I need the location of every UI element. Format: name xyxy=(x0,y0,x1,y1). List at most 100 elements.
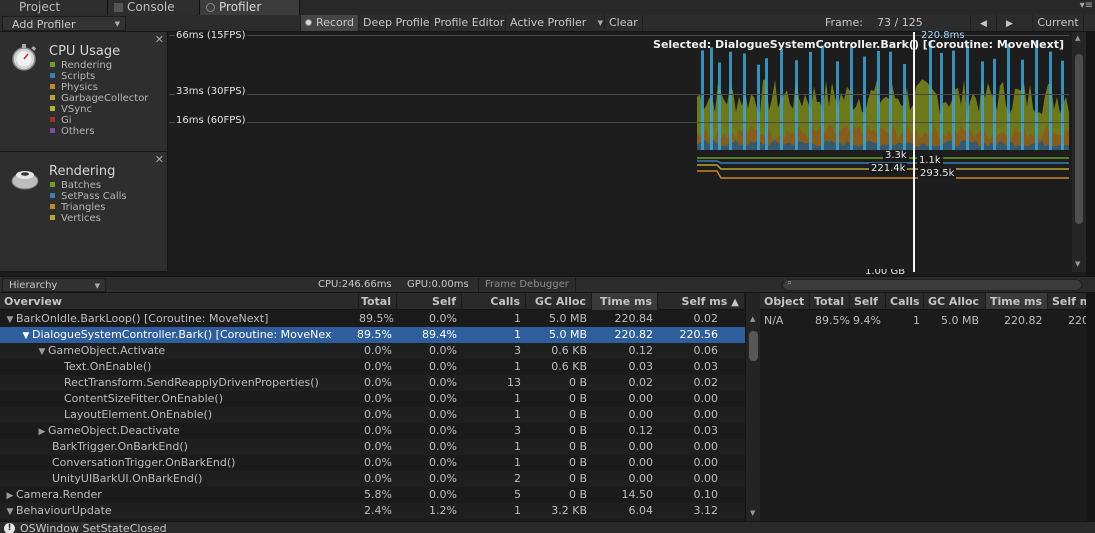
legend-vertices[interactable]: Vertices xyxy=(50,213,127,224)
dropdown-arrow-icon: ▼ xyxy=(94,282,100,290)
charts-scrollbar[interactable]: ▲ ▼ xyxy=(1072,32,1086,272)
rendering-area[interactable]: Rendering ✕ Batches SetPass Calls Triang… xyxy=(0,150,1072,274)
legend-garbage-collector[interactable]: GarbageCollector xyxy=(50,93,148,104)
frame-label: Frame: xyxy=(825,16,863,29)
expand-arrow-icon[interactable]: ▼ xyxy=(20,328,32,343)
table-row[interactable]: ContentSizeFitter.OnEnable() 0.0% 0.0% 1… xyxy=(0,391,745,407)
selected-frame-value: 220.8ms xyxy=(921,30,965,41)
cpu-usage-legend[interactable]: CPU Usage ✕ Rendering Scripts Physics Ga… xyxy=(0,32,168,152)
folder-icon xyxy=(6,3,15,12)
legend-setpass-calls[interactable]: SetPass Calls xyxy=(50,191,127,202)
legend-gi[interactable]: Gi xyxy=(50,115,148,126)
detail-column-self-ms[interactable]: Self ms xyxy=(1048,293,1086,309)
close-icon[interactable]: ✕ xyxy=(155,33,164,46)
hierarchy-scrollbar[interactable]: ▲ ▼ xyxy=(745,293,760,521)
expand-arrow-icon[interactable]: ▼ xyxy=(36,344,48,359)
cpu-usage-graph[interactable]: 66ms (15FPS) 33ms (30FPS) 16ms (60FPS) S… xyxy=(169,30,1072,152)
record-button[interactable]: Record xyxy=(300,15,359,31)
rendering-legend[interactable]: Rendering ✕ Batches SetPass Calls Triang… xyxy=(0,152,168,272)
search-icon: ⌕ xyxy=(787,278,793,288)
tab-console[interactable]: Console xyxy=(108,0,200,15)
legend-others[interactable]: Others xyxy=(50,126,148,137)
profile-editor-button[interactable]: Profile Editor xyxy=(429,15,508,31)
column-overview[interactable]: Overview xyxy=(0,293,359,310)
legend-swatch xyxy=(50,193,55,198)
legend-vsync[interactable]: VSync xyxy=(50,104,148,115)
legend-swatch xyxy=(50,215,55,220)
tab-menu-icon[interactable]: ▾≡ xyxy=(1080,0,1093,11)
detail-column-gc-alloc[interactable]: GC Alloc xyxy=(924,293,986,309)
charts-scroll-thumb[interactable] xyxy=(1075,54,1083,224)
table-row[interactable]: ▼ BarkOnIdle.BarkLoop() [Coroutine: MoveN… xyxy=(0,311,745,327)
frame-debugger-button[interactable]: Frame Debugger xyxy=(478,278,576,292)
expand-arrow-icon[interactable]: ▼ xyxy=(4,312,16,327)
tab-profiler[interactable]: Profiler xyxy=(200,0,300,15)
table-row[interactable]: ▶ GameObject.Deactivate 0.0% 0.0% 3 0 B 0… xyxy=(0,423,745,439)
table-row[interactable]: Text.OnEnable() 0.0% 0.0% 1 0.6 KB 0.03 … xyxy=(0,359,745,375)
column-calls[interactable]: Calls xyxy=(462,293,526,310)
status-bar[interactable]: ! OSWindow SetStateClosed xyxy=(0,521,1095,533)
close-icon[interactable]: ✕ xyxy=(155,153,164,166)
table-row[interactable]: ▶ Camera.Render 5.8% 0.0% 5 0 B 14.50 0.1… xyxy=(0,487,745,503)
table-row[interactable]: ConversationTrigger.OnBarkEnd() 0.0% 0.0… xyxy=(0,455,745,471)
legend-swatch xyxy=(50,204,55,209)
teapot-icon xyxy=(11,171,39,190)
rendering-graph[interactable]: 3.3k 1.1k 221.4k 293.5k 1.00 GB xyxy=(169,150,1072,274)
column-self[interactable]: Self xyxy=(397,293,462,310)
column-self-ms[interactable]: Self ms ▲ xyxy=(658,293,745,310)
legend-swatch xyxy=(50,84,55,89)
column-gc-alloc[interactable]: GC Alloc xyxy=(526,293,592,310)
clear-button[interactable]: Clear xyxy=(604,15,643,31)
previous-frame-button[interactable]: ◀ xyxy=(970,15,996,31)
table-row-selected[interactable]: ▼ DialogueSystemController.Bark() [Corout… xyxy=(0,327,745,343)
cpu-usage-area[interactable]: CPU Usage ✕ Rendering Scripts Physics Ga… xyxy=(0,30,1072,152)
scroll-down-icon[interactable]: ▼ xyxy=(1075,260,1080,268)
record-icon xyxy=(305,19,312,26)
view-mode-dropdown[interactable]: Hierarchy ▼ xyxy=(2,278,106,292)
cpu-usage-title: CPU Usage xyxy=(49,44,121,59)
table-row[interactable]: ▼ GameObject.Activate 0.0% 0.0% 3 0.6 KB … xyxy=(0,343,745,359)
current-frame-button[interactable]: Current xyxy=(1032,15,1084,31)
table-row[interactable]: RectTransform.SendReapplyDrivenPropertie… xyxy=(0,375,745,391)
cpu-spike-bar xyxy=(1021,59,1024,150)
collapse-arrow-icon[interactable]: ▶ xyxy=(4,488,16,503)
legend-scripts[interactable]: Scripts xyxy=(50,71,148,82)
window-tab-bar: Project Console Profiler ▾≡ xyxy=(0,0,1095,15)
deep-profile-button[interactable]: Deep Profile xyxy=(358,15,434,31)
table-row[interactable]: BarkTrigger.OnBarkEnd() 0.0% 0.0% 1 0 B … xyxy=(0,439,745,455)
expand-arrow-icon[interactable]: ▼ xyxy=(4,504,16,519)
collapse-arrow-icon[interactable]: ▶ xyxy=(36,424,48,439)
table-row[interactable]: ▼ BehaviourUpdate 2.4% 1.2% 1 3.2 KB 6.04… xyxy=(0,503,745,519)
active-profiler-dropdown[interactable]: Active Profiler ▼ xyxy=(505,15,608,31)
legend-swatch xyxy=(50,182,55,187)
legend-physics[interactable]: Physics xyxy=(50,82,148,93)
detail-column-calls[interactable]: Calls xyxy=(886,293,924,309)
detail-column-object[interactable]: Object xyxy=(760,293,810,309)
batches-value-label: 3.3k xyxy=(883,150,909,161)
legend-batches[interactable]: Batches xyxy=(50,180,127,191)
table-row[interactable]: UnityUIBarkUI.OnBarkEnd() 0.0% 0.0% 2 0 … xyxy=(0,471,745,487)
detail-column-total[interactable]: Total xyxy=(810,293,850,309)
rendering-legend-list: Batches SetPass Calls Triangles Vertices xyxy=(50,180,127,224)
rendering-title: Rendering xyxy=(49,164,116,179)
hierarchy-scroll-thumb[interactable] xyxy=(749,331,758,361)
column-total[interactable]: Total xyxy=(359,293,397,310)
detail-column-self[interactable]: Self xyxy=(850,293,886,309)
legend-triangles[interactable]: Triangles xyxy=(50,202,127,213)
object-details-row[interactable]: N/A 89.5% 9.4% 1 5.0 MB 220.82 220. xyxy=(760,313,1086,329)
scroll-down-icon[interactable]: ▼ xyxy=(750,509,755,517)
frame-cursor[interactable] xyxy=(913,152,915,272)
add-profiler-dropdown[interactable]: Add Profiler ▼ xyxy=(2,16,126,31)
tab-project[interactable]: Project xyxy=(0,0,108,15)
column-time-ms[interactable]: Time ms xyxy=(592,293,658,310)
scroll-up-icon[interactable]: ▲ xyxy=(750,315,755,323)
detail-column-time-ms[interactable]: Time ms xyxy=(986,293,1048,309)
scroll-up-icon[interactable]: ▲ xyxy=(1075,34,1080,42)
search-input[interactable]: ⌕ xyxy=(782,278,1082,291)
frame-cursor[interactable] xyxy=(913,32,915,152)
status-message: OSWindow SetStateClosed xyxy=(20,522,167,533)
table-row[interactable]: LayoutElement.OnEnable() 0.0% 0.0% 1 0 B… xyxy=(0,407,745,423)
legend-rendering[interactable]: Rendering xyxy=(50,60,148,71)
fps-line-60 xyxy=(169,122,1069,123)
next-frame-button[interactable]: ▶ xyxy=(996,15,1022,31)
